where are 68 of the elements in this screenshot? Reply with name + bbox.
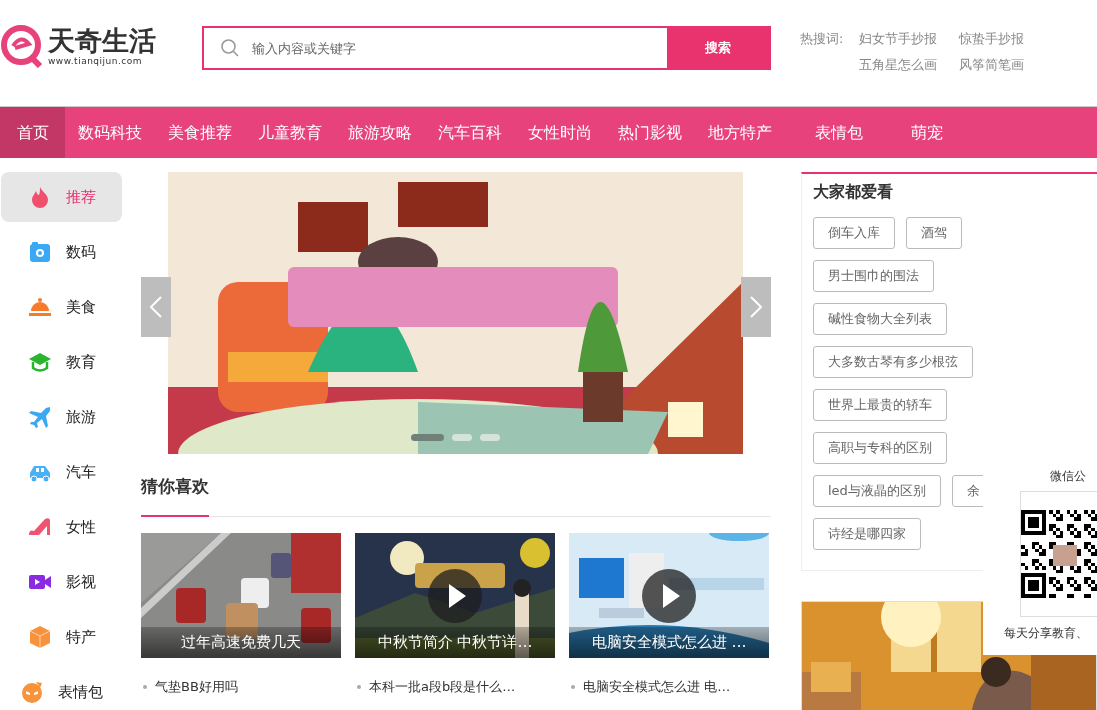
slide-indicator[interactable]: [452, 434, 472, 441]
article-link[interactable]: 本科一批a段b段是什么…: [369, 678, 516, 696]
hot-search-link[interactable]: 妇女节手抄报: [859, 30, 938, 48]
topic-tag[interactable]: 大多数古琴有多少根弦: [813, 346, 973, 378]
card-caption: 电脑安全模式怎么进 …: [569, 627, 769, 658]
popup-title: 微信公: [1050, 468, 1086, 485]
topic-tag[interactable]: 碱性食物大全列表: [813, 303, 947, 335]
bullet-icon: [143, 685, 147, 689]
article-card[interactable]: 电脑安全模式怎么进 …: [569, 533, 769, 658]
logo-text: 天奇生活: [48, 26, 156, 56]
search-button[interactable]: 搜索: [667, 28, 769, 68]
parcel-icon: [27, 625, 52, 649]
sidebar-item[interactable]: 教育: [1, 337, 122, 387]
nav-tab[interactable]: 表情包: [785, 107, 898, 158]
article-link[interactable]: 气垫BB好用吗: [155, 678, 238, 696]
article-card[interactable]: 过年高速免费几天: [141, 533, 341, 658]
nav-tab[interactable]: 旅游攻略: [335, 107, 425, 158]
airplane-icon: [27, 405, 52, 429]
hot-search-link[interactable]: 五角星怎么画: [859, 56, 938, 74]
sidebar-item[interactable]: 女性: [1, 502, 122, 552]
hot-search-link[interactable]: 风筝简笔画: [959, 56, 1025, 74]
topic-tag[interactable]: 酒驾: [906, 217, 962, 249]
search-field[interactable]: 输入内容或关键字 搜索: [202, 26, 771, 70]
sidebar-item[interactable]: 汽车: [1, 447, 122, 497]
hot-search-label: 热搜词:: [800, 30, 844, 48]
emoji-face-icon: [20, 680, 44, 704]
graduation-cap-icon: [27, 350, 52, 374]
slide-indicator[interactable]: [480, 434, 500, 441]
sidebar-item[interactable]: 特产: [1, 612, 122, 662]
sidebar-item[interactable]: 影视: [1, 557, 122, 607]
site-url: www.tianqijun.com: [48, 56, 144, 66]
logo-icon: [0, 24, 44, 68]
nav-tab[interactable]: 美食推荐: [155, 107, 245, 158]
article-link[interactable]: 电脑安全模式怎么进 电…: [583, 678, 731, 696]
next-arrow-button[interactable]: [741, 277, 771, 337]
sidebar-item[interactable]: 旅游: [1, 392, 122, 442]
nav-tab[interactable]: 女性时尚: [515, 107, 605, 158]
section-title: 猜你喜欢: [141, 472, 209, 517]
topic-tag[interactable]: led与液晶的区别: [813, 475, 941, 507]
chevron-left-icon: [150, 296, 162, 318]
topic-tag[interactable]: 高职与专科的区别: [813, 432, 947, 464]
nav-tab[interactable]: 萌宠: [898, 107, 956, 158]
bullet-icon: [571, 685, 575, 689]
chevron-right-icon: [750, 296, 762, 318]
topic-tag[interactable]: 诗经是哪四家: [813, 518, 921, 550]
hot-search-link[interactable]: 惊蛰手抄报: [959, 30, 1025, 48]
slide-indicator[interactable]: [411, 434, 444, 441]
nav-tab[interactable]: 汽车百科: [425, 107, 515, 158]
topic-tag[interactable]: 世界上最贵的轿车: [813, 389, 947, 421]
bullet-icon: [357, 685, 361, 689]
food-cover-icon: [27, 295, 52, 319]
sidebar-item[interactable]: 美食: [1, 282, 122, 332]
sidebar-item[interactable]: 表情包: [1, 667, 122, 710]
popup-caption: 每天分享教育、: [1004, 625, 1088, 642]
sidebar-item[interactable]: 数码: [1, 227, 122, 277]
nav-tab[interactable]: 儿童教育: [245, 107, 335, 158]
camera-icon: [27, 240, 52, 264]
nav-tab[interactable]: 数码科技: [65, 107, 155, 158]
panel-title: 大家都爱看: [813, 182, 894, 203]
nav-tab[interactable]: 地方特产: [695, 107, 785, 158]
card-caption: 过年高速免费几天: [141, 627, 341, 658]
topic-tag[interactable]: 倒车入库: [813, 217, 895, 249]
previous-arrow-button[interactable]: [141, 277, 171, 337]
sidebar-item[interactable]: 推荐: [1, 172, 122, 222]
topic-tag[interactable]: 男士围巾的围法: [813, 260, 934, 292]
nav-tab[interactable]: 首页: [0, 107, 65, 158]
nav-tab[interactable]: 热门影视: [605, 107, 695, 158]
search-icon: [220, 38, 240, 58]
